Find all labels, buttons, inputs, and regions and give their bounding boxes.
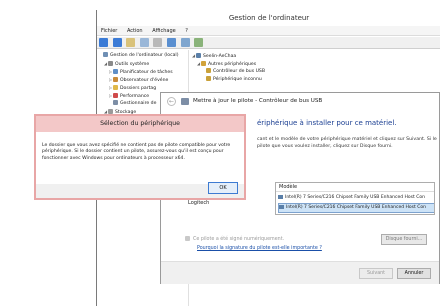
tree-item[interactable]: ▷ Planificateur de tâches xyxy=(109,68,173,76)
tree-item-label: Performance xyxy=(120,94,150,99)
model-item-selected[interactable]: Intel(R) 7 Series/C216 Chipset Family US… xyxy=(278,203,434,213)
tree-item[interactable]: ▷ Observateur d'événe xyxy=(109,76,168,84)
wizard-footer: Suivant Annuler xyxy=(161,261,439,284)
event-viewer-icon xyxy=(113,77,118,82)
tree-item[interactable]: ▷ Performance xyxy=(109,92,149,100)
back-arrow-icon[interactable]: ← xyxy=(167,97,176,106)
menu-help[interactable]: ? xyxy=(181,26,192,36)
wizard-title: Mettre à jour le pilote - Contrôleur de … xyxy=(193,98,323,104)
tree-item-label: Gestion de l'ordinateur (local) xyxy=(110,53,179,58)
model-list[interactable]: Modèle Intel(R) 7 Series/C216 Chipset Fa… xyxy=(275,182,435,215)
toolbar xyxy=(97,37,440,49)
dialog-message: Le dossier que vous avez spécifié ne con… xyxy=(42,143,231,161)
cancel-button[interactable]: Annuler xyxy=(397,268,431,279)
wizard-header: ← Mettre à jour le pilote - Contrôleur d… xyxy=(161,93,439,111)
menu-fichier[interactable]: Fichier xyxy=(97,26,121,36)
signed-driver-icon xyxy=(185,236,190,241)
tree-item[interactable]: Gestionnaire de xyxy=(109,100,156,108)
show-tree-icon[interactable] xyxy=(139,38,149,47)
up-folder-icon[interactable] xyxy=(126,38,136,47)
tree-item-label: Dossiers partag xyxy=(120,86,157,91)
scan-icon[interactable] xyxy=(194,38,204,47)
back-arrow-icon[interactable] xyxy=(99,38,108,47)
manufacturer-item[interactable]: Logitech xyxy=(188,200,209,206)
usb-device-icon xyxy=(278,194,283,199)
tree-item[interactable]: Gestion de l'ordinateur (local) xyxy=(99,52,179,60)
forward-arrow-icon[interactable] xyxy=(112,38,122,47)
tree-item-label: Périphérique inconnu xyxy=(213,77,262,82)
tree-item[interactable]: ◢ Seelin-AeChaa xyxy=(192,52,236,60)
computer-management-icon xyxy=(103,52,108,57)
tree-item[interactable]: Contrôleur de bus USB xyxy=(202,68,265,76)
tree-item-label: Observateur d'événe xyxy=(120,78,169,83)
device-manager-icon xyxy=(113,100,118,105)
wizard-heading: ériphérique à installer pour ce matériel… xyxy=(257,119,397,127)
model-item-label: Intel(R) 7 Series/C216 Chipset Family US… xyxy=(286,205,426,210)
tree-item-label: Gestionnaire de xyxy=(120,101,157,106)
tree-item-label: Autres périphériques xyxy=(208,62,257,67)
usb-device-icon xyxy=(206,68,211,73)
tree-item[interactable]: ◢ Outils système xyxy=(104,60,149,68)
tree-item[interactable]: ▷ Dossiers partag xyxy=(109,84,156,92)
device-tree: ◢ Seelin-AeChaa ◢ Autres périphériques Contr… xyxy=(190,50,440,90)
tools-icon xyxy=(108,61,113,66)
folder-icon xyxy=(113,85,118,90)
computer-icon xyxy=(196,53,201,58)
tree-item[interactable]: ◢ Autres périphériques xyxy=(197,60,256,68)
view-icon[interactable] xyxy=(180,38,190,47)
dialog-title: Sélection du périphérique xyxy=(36,116,244,132)
warning-device-icon xyxy=(201,61,206,66)
dialog-body: Le dossier que vous avez spécifié ne con… xyxy=(36,132,244,184)
tree-item-label: Contrôleur de bus USB xyxy=(213,69,266,74)
wizard-description: cant et le modèle de votre périphérique … xyxy=(257,137,437,149)
signature-status-text: Ce pilote a été signé numériquement. xyxy=(193,237,285,242)
next-button[interactable]: Suivant xyxy=(359,268,393,279)
help-icon[interactable] xyxy=(166,38,176,47)
menu-action[interactable]: Action xyxy=(123,26,147,36)
tree-item-label: Planificateur de tâches xyxy=(120,70,173,75)
signature-info-link[interactable]: Pourquoi la signature du pilote est-elle… xyxy=(197,246,322,251)
usb-device-icon xyxy=(279,204,284,209)
clock-icon xyxy=(113,69,118,74)
model-column-header: Modèle xyxy=(276,183,434,192)
performance-icon xyxy=(113,93,118,98)
ok-button[interactable]: OK xyxy=(208,182,238,194)
device-manager-icon xyxy=(181,98,189,105)
properties-icon[interactable] xyxy=(153,38,163,47)
menu-bar: Fichier Action Affichage ? xyxy=(97,26,440,36)
tree-item-label: Outils système xyxy=(115,62,150,67)
signature-status: Ce pilote a été signé numériquement. xyxy=(185,236,284,242)
model-item-label: Intel(R) 7 Series/C216 Chipset Family US… xyxy=(285,195,425,200)
menu-affichage[interactable]: Affichage xyxy=(148,26,180,36)
tree-item-label: Seelin-AeChaa xyxy=(203,54,237,59)
unknown-device-icon xyxy=(206,76,211,81)
tree-item[interactable]: Périphérique inconnu xyxy=(202,76,262,84)
model-item[interactable]: Intel(R) 7 Series/C216 Chipset Family US… xyxy=(278,194,433,202)
device-selection-dialog: Sélection du périphérique Le dossier que… xyxy=(34,114,246,200)
have-disk-button[interactable]: Disque fourni... xyxy=(381,234,427,245)
window-title: Gestion de l'ordinateur xyxy=(97,10,440,26)
